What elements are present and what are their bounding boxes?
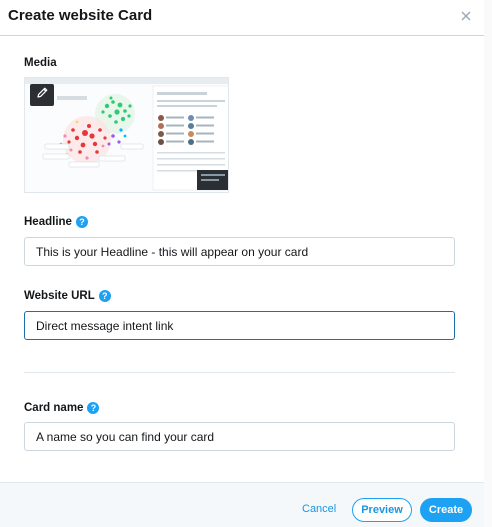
dialog-title: Create website Card xyxy=(8,7,153,24)
card-name-input[interactable]: A name so you can find your card xyxy=(24,422,455,451)
help-icon[interactable]: ? xyxy=(87,402,100,414)
headline-input[interactable]: This is your Headline - this will appear… xyxy=(24,237,455,266)
pencil-icon xyxy=(36,86,49,104)
website-url-input-value: Direct message intent link xyxy=(36,318,174,333)
website-url-label: Website URL ? xyxy=(24,290,111,302)
cancel-button[interactable]: Cancel xyxy=(302,503,336,515)
card-name-label: Card name ? xyxy=(24,402,100,414)
media-preview-image xyxy=(25,78,228,192)
headline-label: Headline ? xyxy=(24,216,88,228)
create-button[interactable]: Create xyxy=(420,498,472,522)
headline-input-value: This is your Headline - this will appear… xyxy=(36,244,309,259)
create-website-card-dialog: Create website Card Media Headline ? Thi… xyxy=(0,0,492,527)
dialog-header: Create website Card xyxy=(0,0,484,36)
close-icon[interactable] xyxy=(459,9,473,23)
scroll-gutter xyxy=(484,0,492,527)
media-thumbnail[interactable] xyxy=(24,77,229,193)
preview-button[interactable]: Preview xyxy=(352,498,412,522)
help-icon[interactable]: ? xyxy=(98,290,111,302)
section-divider xyxy=(24,372,455,373)
dialog-footer: Cancel Preview Create xyxy=(0,482,484,527)
edit-media-button[interactable] xyxy=(30,84,54,106)
website-url-input[interactable]: Direct message intent link xyxy=(24,311,455,340)
media-label: Media xyxy=(24,57,57,69)
card-name-input-value: A name so you can find your card xyxy=(36,429,215,444)
help-icon[interactable]: ? xyxy=(75,216,88,228)
